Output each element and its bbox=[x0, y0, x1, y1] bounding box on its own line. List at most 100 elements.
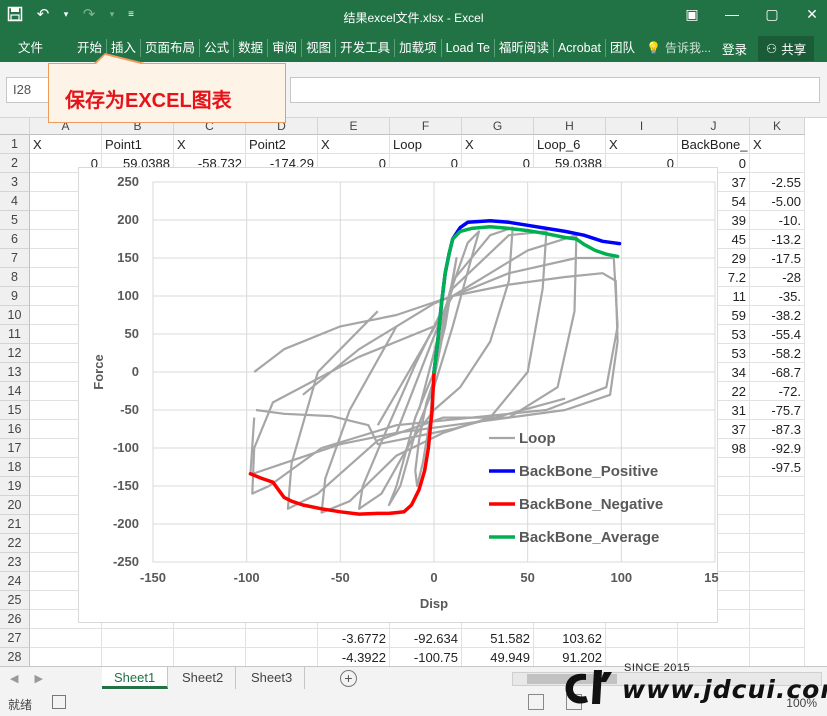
column-header[interactable]: H bbox=[534, 118, 606, 135]
row-header[interactable]: 14 bbox=[0, 382, 30, 401]
grid-cell[interactable]: -28 bbox=[750, 268, 805, 287]
ribbon-tab-0[interactable]: 文件 bbox=[8, 39, 53, 57]
grid-cell[interactable]: -68.7 bbox=[750, 363, 805, 382]
grid-cell[interactable]: -17.5 bbox=[750, 249, 805, 268]
row-header[interactable]: 13 bbox=[0, 363, 30, 382]
row-header[interactable]: 22 bbox=[0, 534, 30, 553]
grid-cell[interactable] bbox=[102, 648, 174, 666]
grid-cell[interactable] bbox=[750, 591, 805, 610]
grid-cell[interactable] bbox=[30, 629, 102, 648]
grid-cell[interactable]: X bbox=[318, 135, 390, 154]
macro-record-icon[interactable] bbox=[52, 695, 66, 709]
grid-cell[interactable]: -75.7 bbox=[750, 401, 805, 420]
ribbon-tab-13[interactable]: 团队 bbox=[605, 39, 639, 57]
grid-cell[interactable]: -35. bbox=[750, 287, 805, 306]
column-header[interactable]: I bbox=[606, 118, 678, 135]
row-header[interactable]: 27 bbox=[0, 629, 30, 648]
grid-cell[interactable]: X bbox=[462, 135, 534, 154]
grid-cell[interactable]: X bbox=[174, 135, 246, 154]
column-header[interactable]: K bbox=[750, 118, 805, 135]
grid-cell[interactable] bbox=[750, 610, 805, 629]
minimize-icon[interactable]: — bbox=[723, 4, 741, 24]
ribbon-tab-7[interactable]: 视图 bbox=[301, 39, 335, 57]
grid-cell[interactable]: -92.634 bbox=[390, 629, 462, 648]
grid-cell[interactable]: 51.582 bbox=[462, 629, 534, 648]
column-header[interactable]: J bbox=[678, 118, 750, 135]
row-header[interactable]: 26 bbox=[0, 610, 30, 629]
grid-cell[interactable] bbox=[750, 553, 805, 572]
ribbon-tab-9[interactable]: 加载项 bbox=[394, 39, 441, 57]
row-header[interactable]: 4 bbox=[0, 192, 30, 211]
ribbon-options-icon[interactable]: ▣ bbox=[683, 4, 701, 24]
row-header[interactable]: 7 bbox=[0, 249, 30, 268]
grid-cell[interactable]: -92.9 bbox=[750, 439, 805, 458]
grid-cell[interactable] bbox=[174, 629, 246, 648]
grid-cell[interactable]: -3.6772 bbox=[318, 629, 390, 648]
grid-cell[interactable]: -97.5 bbox=[750, 458, 805, 477]
grid-cell[interactable] bbox=[750, 629, 805, 648]
row-header[interactable]: 9 bbox=[0, 287, 30, 306]
grid-cell[interactable] bbox=[606, 629, 678, 648]
next-sheet-icon[interactable]: ▶ bbox=[34, 672, 42, 685]
grid-cell[interactable] bbox=[246, 629, 318, 648]
ribbon-tab-12[interactable]: Acrobat bbox=[552, 39, 605, 57]
grid-cell[interactable]: X bbox=[606, 135, 678, 154]
ribbon-tab-11[interactable]: 福昕阅读 bbox=[493, 39, 553, 57]
ribbon-tab-10[interactable]: Load Te bbox=[440, 39, 494, 57]
grid-cell[interactable] bbox=[174, 648, 246, 666]
ribbon-tab-4[interactable]: 公式 bbox=[199, 39, 233, 57]
grid-cell[interactable]: -55.4 bbox=[750, 325, 805, 344]
grid-cell[interactable]: -38.2 bbox=[750, 306, 805, 325]
grid-cell[interactable] bbox=[678, 629, 750, 648]
grid-cell[interactable]: Point1 bbox=[102, 135, 174, 154]
grid-cell[interactable] bbox=[750, 515, 805, 534]
grid-cell[interactable]: -72. bbox=[750, 382, 805, 401]
grid-cell[interactable]: -4.3922 bbox=[318, 648, 390, 666]
grid-cell[interactable]: 103.62 bbox=[534, 629, 606, 648]
grid-cell[interactable] bbox=[750, 496, 805, 515]
row-header[interactable]: 11 bbox=[0, 325, 30, 344]
ribbon-tab-8[interactable]: 开发工具 bbox=[335, 39, 394, 57]
grid-cell[interactable]: -5.00 bbox=[750, 192, 805, 211]
grid-cell[interactable] bbox=[750, 154, 805, 173]
select-all-corner[interactable] bbox=[0, 118, 30, 135]
row-header[interactable]: 24 bbox=[0, 572, 30, 591]
grid-cell[interactable]: X bbox=[750, 135, 805, 154]
grid-cell[interactable]: -10. bbox=[750, 211, 805, 230]
row-header[interactable]: 25 bbox=[0, 591, 30, 610]
row-header[interactable]: 21 bbox=[0, 515, 30, 534]
row-header[interactable]: 6 bbox=[0, 230, 30, 249]
sheet-tab-3[interactable]: Sheet3 bbox=[239, 667, 306, 689]
row-header[interactable]: 1 bbox=[0, 135, 30, 154]
restore-icon[interactable]: ▢ bbox=[763, 4, 781, 24]
column-header[interactable]: F bbox=[390, 118, 462, 135]
grid-cell[interactable]: BackBone_ bbox=[678, 135, 750, 154]
column-header[interactable]: E bbox=[318, 118, 390, 135]
normal-view-icon[interactable] bbox=[528, 694, 544, 710]
row-header[interactable]: 12 bbox=[0, 344, 30, 363]
row-header[interactable]: 2 bbox=[0, 154, 30, 173]
grid-cell[interactable] bbox=[750, 477, 805, 496]
row-header[interactable]: 23 bbox=[0, 553, 30, 572]
grid-cell[interactable]: Loop bbox=[390, 135, 462, 154]
grid-cell[interactable]: -58.2 bbox=[750, 344, 805, 363]
row-header[interactable]: 10 bbox=[0, 306, 30, 325]
grid-cell[interactable]: Point2 bbox=[246, 135, 318, 154]
ribbon-tab-5[interactable]: 数据 bbox=[233, 39, 267, 57]
row-header[interactable]: 17 bbox=[0, 439, 30, 458]
row-header[interactable]: 15 bbox=[0, 401, 30, 420]
tell-me-box[interactable]: 💡 告诉我... bbox=[646, 39, 711, 56]
row-header[interactable]: 3 bbox=[0, 173, 30, 192]
grid-cell[interactable]: X bbox=[30, 135, 102, 154]
row-header[interactable]: 20 bbox=[0, 496, 30, 515]
row-header[interactable]: 18 bbox=[0, 458, 30, 477]
column-header[interactable]: G bbox=[462, 118, 534, 135]
grid-cell[interactable] bbox=[30, 648, 102, 666]
hysteresis-chart[interactable]: -150 -100 -50 0 50 100 150 -250 -200 -150 -100 -50 0… bbox=[78, 167, 726, 623]
grid-cell[interactable]: -13.2 bbox=[750, 230, 805, 249]
grid-cell[interactable]: -100.75 bbox=[390, 648, 462, 666]
formula-input[interactable] bbox=[290, 77, 820, 103]
row-header[interactable]: 8 bbox=[0, 268, 30, 287]
sheet-tab-2[interactable]: Sheet2 bbox=[170, 667, 237, 689]
row-header[interactable]: 19 bbox=[0, 477, 30, 496]
